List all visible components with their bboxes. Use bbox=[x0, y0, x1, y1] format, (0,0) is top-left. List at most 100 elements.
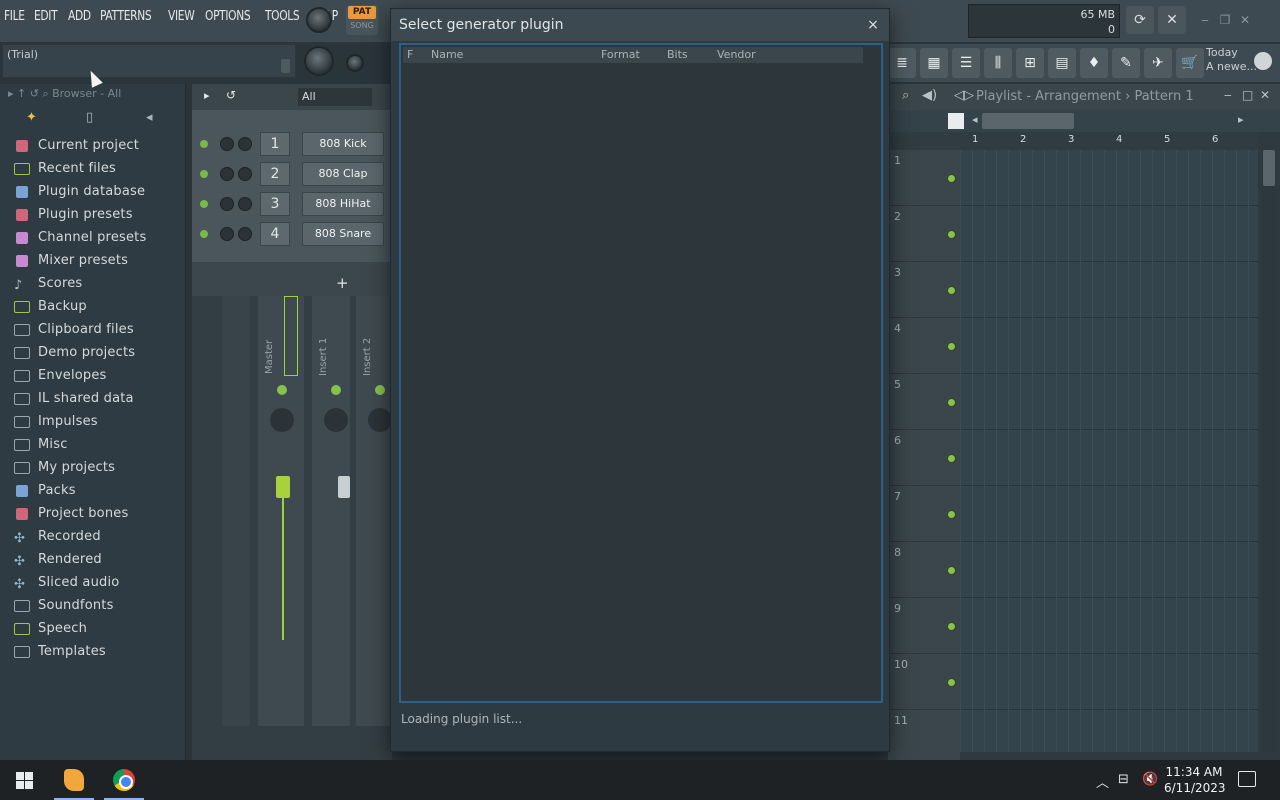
track-header[interactable]: 1 bbox=[888, 150, 960, 206]
plugin-picker-icon[interactable]: ♦ bbox=[1080, 48, 1108, 78]
refresh-button[interactable]: ⟳ bbox=[1126, 6, 1154, 34]
browser-nav-icon[interactable]: ▸ ↑ ↺ ⌕ bbox=[8, 87, 52, 100]
master-pitch-knob[interactable] bbox=[304, 46, 334, 76]
playlist-pattern[interactable]: Pattern 1 bbox=[1134, 89, 1193, 104]
playlist-vertical-scrollbar[interactable] bbox=[1262, 150, 1276, 752]
minimize-button[interactable]: ‒ bbox=[1196, 12, 1214, 28]
strip-led[interactable] bbox=[375, 385, 385, 395]
channel-mixer-track[interactable]: 3 bbox=[260, 192, 290, 216]
track-header[interactable]: 9 bbox=[888, 598, 960, 654]
strip-led[interactable] bbox=[331, 385, 341, 395]
channel-name-button[interactable]: 808 Snare bbox=[302, 222, 384, 246]
strip-led[interactable] bbox=[277, 385, 287, 395]
track-header[interactable]: 5 bbox=[888, 374, 960, 430]
browser-item-current-project[interactable]: Current project bbox=[14, 134, 184, 157]
browser-item-impulses[interactable]: Impulses bbox=[14, 410, 184, 433]
tempo-knob[interactable] bbox=[346, 54, 364, 72]
track-header[interactable]: 11 bbox=[888, 710, 960, 766]
strip-pan-knob[interactable] bbox=[270, 408, 294, 432]
mixer-strip-insert-1[interactable]: Insert 1 bbox=[312, 296, 350, 726]
project-info-icon[interactable]: ▤ bbox=[1048, 48, 1076, 78]
tool-hint-icon[interactable]: ✎ bbox=[1112, 48, 1140, 78]
rack-undo-icon[interactable]: ↺ bbox=[226, 88, 236, 102]
browser-item-soundfonts[interactable]: Soundfonts bbox=[14, 594, 184, 617]
track-mute-led[interactable] bbox=[947, 174, 956, 183]
menu-view[interactable]: VIEW bbox=[168, 9, 195, 24]
strip-fader[interactable] bbox=[276, 476, 290, 498]
channel-volume-knob[interactable] bbox=[220, 227, 234, 241]
browser-item-my-projects[interactable]: My projects bbox=[14, 456, 184, 479]
channel-mute-led[interactable] bbox=[200, 140, 208, 148]
playlist-maximize-button[interactable]: □ bbox=[1242, 88, 1253, 102]
track-header[interactable]: 3 bbox=[888, 262, 960, 318]
browser-item-scores[interactable]: ♪ Scores bbox=[14, 272, 184, 295]
track-mute-led[interactable] bbox=[947, 622, 956, 631]
track-mute-led[interactable] bbox=[947, 678, 956, 687]
browser-item-speech[interactable]: Speech bbox=[14, 617, 184, 640]
column-bits[interactable]: Bits bbox=[667, 47, 688, 63]
track-header[interactable]: 2 bbox=[888, 206, 960, 262]
column-f[interactable]: F bbox=[407, 47, 413, 63]
strip-fader[interactable] bbox=[338, 476, 350, 498]
channel-row[interactable]: 3 808 HiHat bbox=[198, 192, 384, 216]
track-mute-led[interactable] bbox=[947, 230, 956, 239]
browser-item-mixer-presets[interactable]: Mixer presets bbox=[14, 249, 184, 272]
playlist-grid[interactable] bbox=[960, 150, 1258, 752]
taskbar-clock[interactable]: 11:34 AM 6/11/2023 bbox=[1164, 764, 1226, 796]
channel-name-button[interactable]: 808 HiHat bbox=[302, 192, 384, 216]
dialog-close-button[interactable]: × bbox=[863, 15, 883, 35]
track-header[interactable]: 10 bbox=[888, 654, 960, 710]
scroll-right-icon[interactable]: ▸ bbox=[1238, 113, 1244, 126]
notification-icon[interactable] bbox=[1238, 771, 1256, 787]
taskbar-fl-studio[interactable] bbox=[50, 760, 98, 800]
track-header[interactable]: 4 bbox=[888, 318, 960, 374]
channel-filter-select[interactable]: All bbox=[298, 88, 372, 106]
browser-item-project-bones[interactable]: Project bones bbox=[14, 502, 184, 525]
channel-mixer-track[interactable]: 4 bbox=[260, 222, 290, 246]
browser-item-clipboard-files[interactable]: Clipboard files bbox=[14, 318, 184, 341]
plugin-manager-icon[interactable]: ✈ bbox=[1144, 48, 1172, 78]
menu-options[interactable]: OPTIONS bbox=[205, 9, 251, 24]
playlist-close-button[interactable]: ✕ bbox=[1260, 88, 1270, 102]
channel-pan-knob[interactable] bbox=[238, 167, 252, 181]
strip-pan-knob[interactable] bbox=[368, 408, 392, 432]
pat-song-toggle[interactable]: PAT SONG bbox=[346, 5, 378, 35]
strip-pan-knob[interactable] bbox=[324, 408, 348, 432]
column-vendor[interactable]: Vendor bbox=[717, 47, 756, 63]
start-button[interactable] bbox=[0, 760, 48, 800]
plugin-list[interactable]: F Name Format Bits Vendor bbox=[399, 43, 883, 703]
restore-button[interactable]: ❐ bbox=[1216, 12, 1234, 28]
browser-tab-plugins-icon[interactable]: ◂ bbox=[146, 110, 153, 125]
mixer-strip-insert-2[interactable]: Insert 2 bbox=[356, 296, 392, 726]
track-mute-led[interactable] bbox=[947, 398, 956, 407]
mixer-icon[interactable]: ⫼ bbox=[984, 48, 1012, 78]
channel-mute-led[interactable] bbox=[200, 200, 208, 208]
browser-item-packs[interactable]: Packs bbox=[14, 479, 184, 502]
channel-name-button[interactable]: 808 Clap bbox=[302, 162, 384, 186]
browser-icon[interactable]: ⊞ bbox=[1016, 48, 1044, 78]
channel-row[interactable]: 1 808 Kick bbox=[198, 132, 384, 156]
track-mute-led[interactable] bbox=[947, 454, 956, 463]
channel-volume-knob[interactable] bbox=[220, 197, 234, 211]
browser-item-envelopes[interactable]: Envelopes bbox=[14, 364, 184, 387]
browser-item-rendered[interactable]: ✣ Rendered bbox=[14, 548, 184, 571]
playlist-minimize-button[interactable]: ‒ bbox=[1224, 88, 1232, 102]
track-mute-led[interactable] bbox=[947, 566, 956, 575]
track-mute-led[interactable] bbox=[947, 286, 956, 295]
column-name[interactable]: Name bbox=[431, 47, 463, 63]
browser-item-demo-projects[interactable]: Demo projects bbox=[14, 341, 184, 364]
channel-row[interactable]: 4 808 Snare bbox=[198, 222, 384, 246]
browser-item-il-shared-data[interactable]: IL shared data bbox=[14, 387, 184, 410]
browser-item-plugin-database[interactable]: Plugin database bbox=[14, 180, 184, 203]
scroll-left-icon[interactable]: ◂ bbox=[972, 113, 978, 126]
channel-pan-knob[interactable] bbox=[238, 197, 252, 211]
news-panel[interactable]: Today A newe... bbox=[1206, 46, 1257, 74]
browser-item-backup[interactable]: Backup bbox=[14, 295, 184, 318]
tray-overflow-icon[interactable]: ︿ bbox=[1096, 772, 1109, 791]
horizontal-scroll-thumb[interactable] bbox=[982, 113, 1074, 129]
track-header[interactable]: 7 bbox=[888, 486, 960, 542]
menu-add[interactable]: ADD bbox=[68, 9, 91, 24]
browser-item-templates[interactable]: Templates bbox=[14, 640, 184, 663]
track-mute-led[interactable] bbox=[947, 342, 956, 351]
zoom-icon[interactable]: ⌕ bbox=[902, 88, 909, 103]
